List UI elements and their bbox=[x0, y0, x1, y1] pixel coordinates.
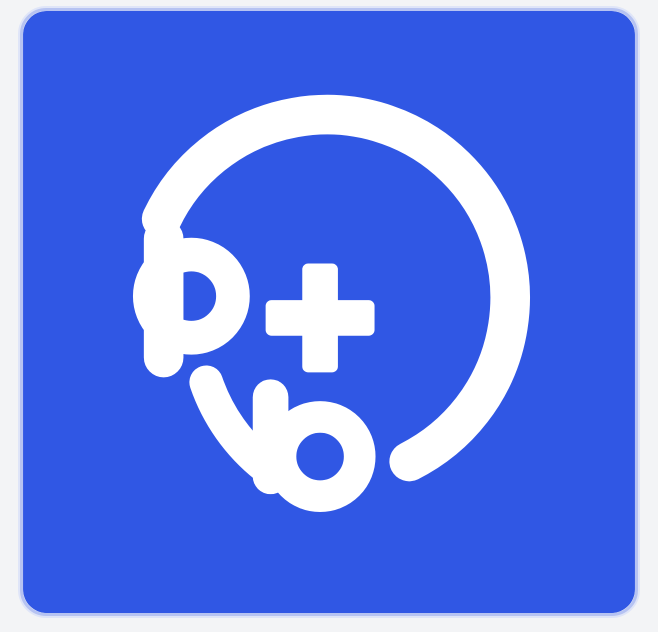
peer-add-icon bbox=[23, 11, 635, 613]
app-icon-tile[interactable] bbox=[20, 8, 638, 616]
